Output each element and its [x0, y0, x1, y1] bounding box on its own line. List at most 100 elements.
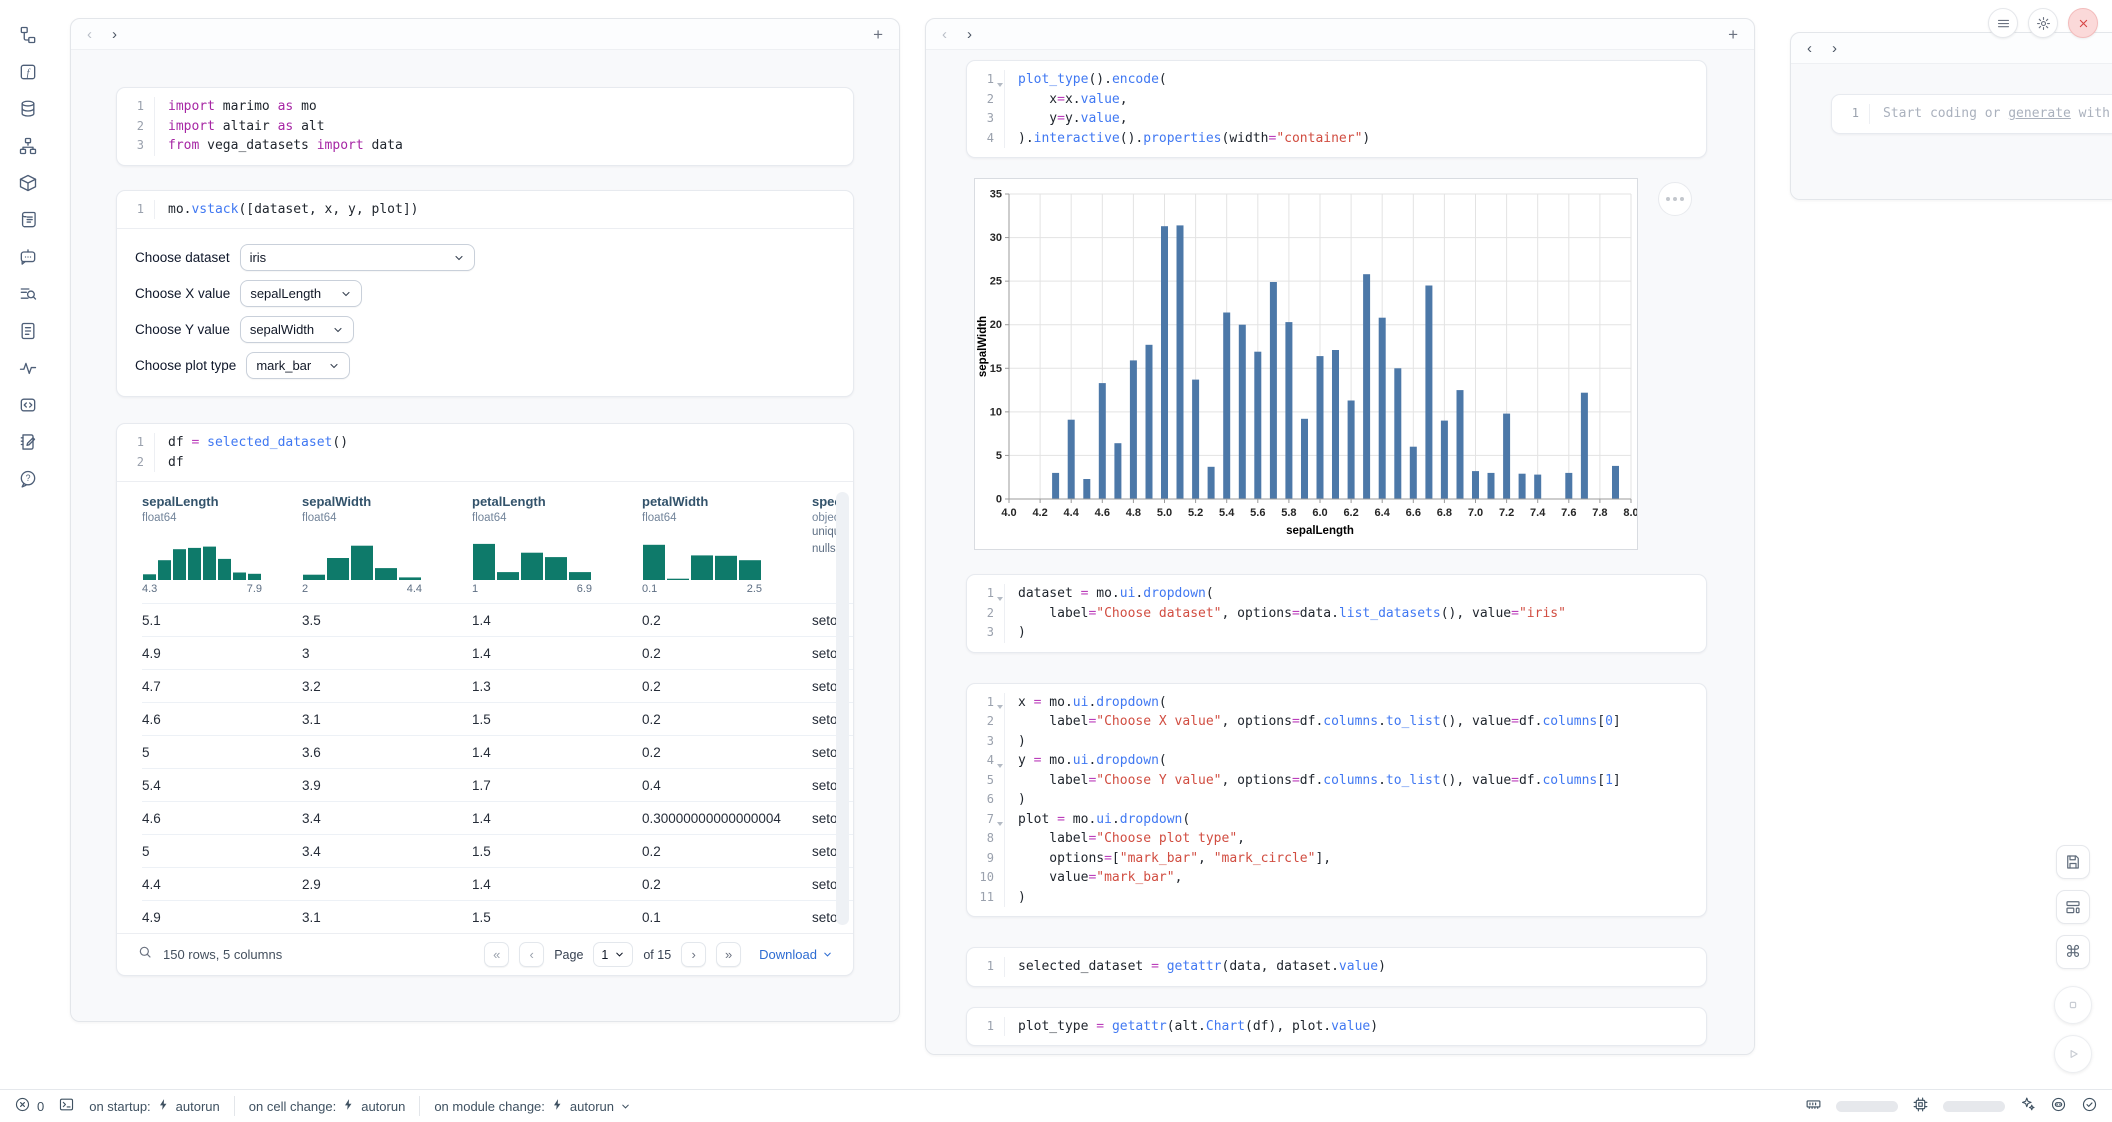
cell-dataset-dropdown[interactable]: 1dataset = mo.ui.dropdown(2 label="Choos…	[966, 574, 1707, 653]
connection-status-button[interactable]	[2081, 1096, 2098, 1116]
fold-chevron-icon[interactable]	[997, 764, 1003, 768]
column-prev-button[interactable]: ‹	[1807, 41, 1812, 56]
code-line[interactable]: 3)	[967, 623, 1706, 643]
code-line[interactable]: 1plot_type = getattr(alt.Chart(df), plot…	[967, 1017, 1706, 1037]
code-line[interactable]: 3)	[967, 732, 1706, 752]
code-line[interactable]: 1dataset = mo.ui.dropdown(	[967, 584, 1706, 604]
file-tree-icon[interactable]	[17, 24, 38, 45]
code-line[interactable]: 2df	[117, 453, 853, 473]
snippets-icon[interactable]	[17, 394, 38, 415]
code-line[interactable]: 1plot_type().encode(	[967, 70, 1706, 90]
table-row[interactable]: 4.73.21.30.2setos	[142, 669, 853, 702]
fold-chevron-icon[interactable]	[997, 705, 1003, 709]
code-editor[interactable]: 1df = selected_dataset()2df	[117, 424, 853, 481]
cell-plot-encode[interactable]: 1plot_type().encode(2 x=x.value,3 y=y.va…	[966, 60, 1707, 158]
code-line[interactable]: 8 label="Choose plot type",	[967, 829, 1706, 849]
cell-xy-plot-dropdowns[interactable]: 1x = mo.ui.dropdown(2 label="Choose X va…	[966, 683, 1707, 918]
on-module-change-setting[interactable]: on module change: autorun	[434, 1098, 631, 1114]
last-page-button[interactable]: »	[716, 942, 741, 967]
generate-link[interactable]: generate	[2008, 106, 2071, 121]
page-number-select[interactable]: 1	[593, 942, 633, 967]
help-icon[interactable]: ?	[17, 468, 38, 489]
code-line[interactable]: 6)	[967, 790, 1706, 810]
y-select[interactable]: sepalWidth	[240, 316, 354, 343]
first-page-button[interactable]: «	[484, 942, 509, 967]
tracing-icon[interactable]	[17, 357, 38, 378]
column-prev-button[interactable]: ‹	[942, 27, 947, 42]
cell-dataframe[interactable]: 1df = selected_dataset()2df sepalLengthf…	[116, 423, 854, 976]
scratchpad-icon[interactable]	[17, 431, 38, 452]
chart-options-button[interactable]	[1658, 182, 1692, 216]
settings-button[interactable]	[2028, 8, 2058, 38]
table-row[interactable]: 5.43.91.70.4setos	[142, 768, 853, 801]
table-row[interactable]: 4.931.40.2setos	[142, 636, 853, 669]
code-line[interactable]: 3 y=y.value,	[967, 109, 1706, 129]
dataset-select[interactable]: iris	[240, 244, 475, 271]
search-icon[interactable]	[137, 944, 153, 965]
terminal-button[interactable]	[58, 1096, 75, 1116]
column-header-petalWidth[interactable]: petalWidthfloat640.12.5	[642, 494, 812, 595]
code-editor[interactable]: 1selected_dataset = getattr(data, datase…	[967, 948, 1706, 986]
table-row[interactable]: 4.93.11.50.1setos	[142, 900, 853, 933]
code-line[interactable]: 2 label="Choose X value", options=df.col…	[967, 712, 1706, 732]
code-line[interactable]: 7plot = mo.ui.dropdown(	[967, 810, 1706, 830]
column-header-sepalWidth[interactable]: sepalWidthfloat6424.4	[302, 494, 472, 595]
logs-icon[interactable]	[17, 209, 38, 230]
table-row[interactable]: 4.42.91.40.2setos	[142, 867, 853, 900]
table-vertical-scrollbar[interactable]	[836, 492, 849, 925]
code-line[interactable]: 1df = selected_dataset()	[117, 433, 853, 453]
code-line[interactable]: 11)	[967, 888, 1706, 908]
code-line[interactable]: 1 Start coding or generate with	[1832, 104, 2112, 124]
x-select[interactable]: sepalLength	[240, 280, 362, 307]
table-row[interactable]: 4.63.41.40.30000000000000004setos	[142, 801, 853, 834]
shutdown-button[interactable]	[2068, 8, 2098, 38]
code-line[interactable]: 4y = mo.ui.dropdown(	[967, 751, 1706, 771]
code-line[interactable]: 1x = mo.ui.dropdown(	[967, 693, 1706, 713]
ai-sparkles-button[interactable]	[2019, 1096, 2036, 1116]
prev-page-button[interactable]: ‹	[519, 942, 544, 967]
menu-button[interactable]	[1988, 8, 2018, 38]
packages-icon[interactable]	[17, 172, 38, 193]
variable-explorer-icon[interactable]	[17, 283, 38, 304]
dependency-graph-icon[interactable]	[17, 135, 38, 156]
datasources-icon[interactable]	[17, 98, 38, 119]
code-editor[interactable]: 1dataset = mo.ui.dropdown(2 label="Choos…	[967, 575, 1706, 652]
code-line[interactable]: 10 value="mark_bar",	[967, 868, 1706, 888]
column-header-sepalLength[interactable]: sepalLengthfloat644.37.9	[142, 494, 302, 595]
code-line[interactable]: 2 label="Choose dataset", options=data.l…	[967, 604, 1706, 624]
fold-chevron-icon[interactable]	[997, 83, 1003, 87]
code-editor[interactable]: 1mo.vstack([dataset, x, y, plot])	[117, 191, 853, 229]
copilot-button[interactable]	[2050, 1096, 2067, 1116]
column-header-petalLength[interactable]: petalLengthfloat6416.9	[472, 494, 642, 595]
save-button[interactable]	[2056, 845, 2090, 879]
keyboard-shortcuts-button[interactable]: ⌘	[2056, 935, 2090, 969]
code-line[interactable]: 9 options=["mark_bar", "mark_circle"],	[967, 849, 1706, 869]
next-page-button[interactable]: ›	[681, 942, 706, 967]
cell-imports[interactable]: 1import marimo as mo2import altair as al…	[116, 87, 854, 166]
code-editor[interactable]: 1 Start coding or generate with	[1832, 95, 2112, 133]
column-prev-button[interactable]: ‹	[87, 27, 92, 42]
add-column-button[interactable]: +	[873, 26, 883, 43]
code-line[interactable]: 3from vega_datasets import data	[117, 136, 853, 156]
cell-vstack[interactable]: 1mo.vstack([dataset, x, y, plot]) Choose…	[116, 190, 854, 398]
layout-button[interactable]	[2056, 890, 2090, 924]
download-button[interactable]: Download	[759, 947, 833, 962]
chat-icon[interactable]	[17, 246, 38, 267]
code-line[interactable]: 4).interactive().properties(width="conta…	[967, 129, 1706, 149]
code-line[interactable]: 2import altair as alt	[117, 117, 853, 137]
run-button[interactable]	[2054, 1035, 2092, 1073]
code-line[interactable]: 2 x=x.value,	[967, 90, 1706, 110]
documentation-icon[interactable]	[17, 320, 38, 341]
cell-plot-type[interactable]: 1plot_type = getattr(alt.Chart(df), plot…	[966, 1007, 1707, 1047]
altair-chart[interactable]: 4.04.24.44.64.85.05.25.45.65.86.06.26.46…	[974, 178, 1638, 550]
plot-type-select[interactable]: mark_bar	[246, 352, 350, 379]
on-cell-change-setting[interactable]: on cell change: autorun	[249, 1098, 406, 1114]
table-row[interactable]: 53.61.40.2setos	[142, 735, 853, 768]
function-icon[interactable]: f	[17, 61, 38, 82]
column-next-button[interactable]: ›	[1832, 41, 1837, 56]
table-row[interactable]: 4.63.11.50.2setos	[142, 702, 853, 735]
error-counter[interactable]: 0	[14, 1096, 44, 1116]
code-line[interactable]: 1import marimo as mo	[117, 97, 853, 117]
code-editor[interactable]: 1x = mo.ui.dropdown(2 label="Choose X va…	[967, 684, 1706, 917]
cell-new-empty[interactable]: 1 Start coding or generate with	[1831, 94, 2112, 134]
